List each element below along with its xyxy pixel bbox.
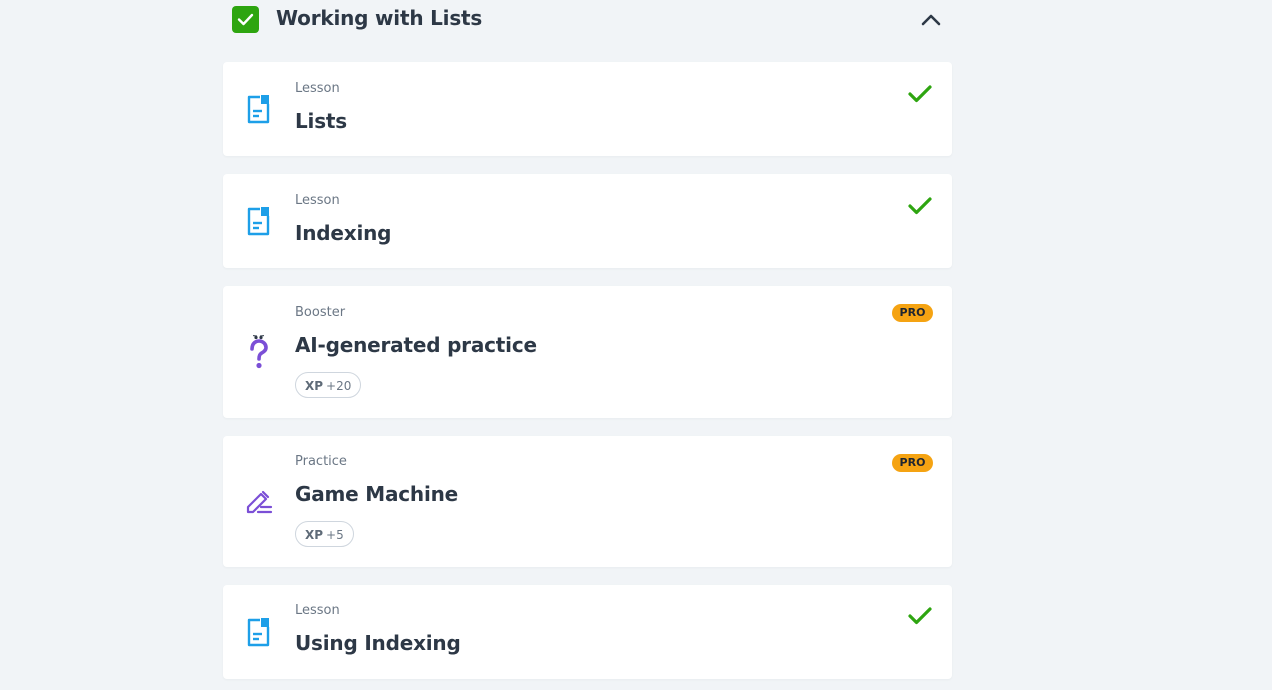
xp-label: XP: [305, 379, 324, 393]
xp-value: +20: [326, 379, 352, 393]
lesson-card-using-indexing[interactable]: Lesson Using Indexing: [223, 585, 952, 679]
section-title: Working with Lists: [276, 6, 483, 30]
section-header[interactable]: Working with Lists: [223, 0, 952, 40]
item-type-label: Practice: [295, 454, 347, 469]
lesson-card-indexing[interactable]: Lesson Indexing: [223, 174, 952, 268]
pro-badge: PRO: [892, 454, 933, 472]
item-title: AI-generated practice: [295, 333, 537, 357]
chevron-up-icon[interactable]: [919, 8, 943, 32]
xp-value: +5: [326, 528, 344, 542]
xp-reward-pill: XP +20: [295, 372, 362, 398]
item-title: Game Machine: [295, 482, 459, 506]
item-title: Using Indexing: [295, 631, 461, 655]
module-section: Working with Lists Lesson Lists Lesson I…: [223, 0, 952, 679]
lesson-card-lists[interactable]: Lesson Lists: [223, 62, 952, 156]
lesson-document-icon: [245, 617, 273, 649]
item-type-label: Lesson: [295, 81, 340, 96]
booster-card-ai-practice[interactable]: Booster AI-generated practice XP +20 PRO: [223, 286, 952, 418]
completed-check-icon: [907, 83, 933, 105]
pencil-edit-icon: [245, 485, 273, 517]
item-title: Lists: [295, 109, 347, 133]
completed-check-icon: [907, 195, 933, 217]
lesson-document-icon: [245, 94, 273, 126]
item-type-label: Lesson: [295, 193, 340, 208]
practice-card-game-machine[interactable]: Practice Game Machine XP +5 PRO: [223, 436, 952, 567]
item-title: Indexing: [295, 221, 392, 245]
completed-check-icon: [907, 605, 933, 627]
xp-reward-pill: XP +5: [295, 521, 354, 547]
pro-badge: PRO: [892, 304, 933, 322]
lesson-document-icon: [245, 206, 273, 238]
item-type-label: Booster: [295, 305, 346, 320]
xp-label: XP: [305, 528, 324, 542]
checkbox-checked-icon: [232, 6, 259, 33]
item-type-label: Lesson: [295, 603, 340, 618]
question-mark-character-icon: [245, 335, 273, 369]
